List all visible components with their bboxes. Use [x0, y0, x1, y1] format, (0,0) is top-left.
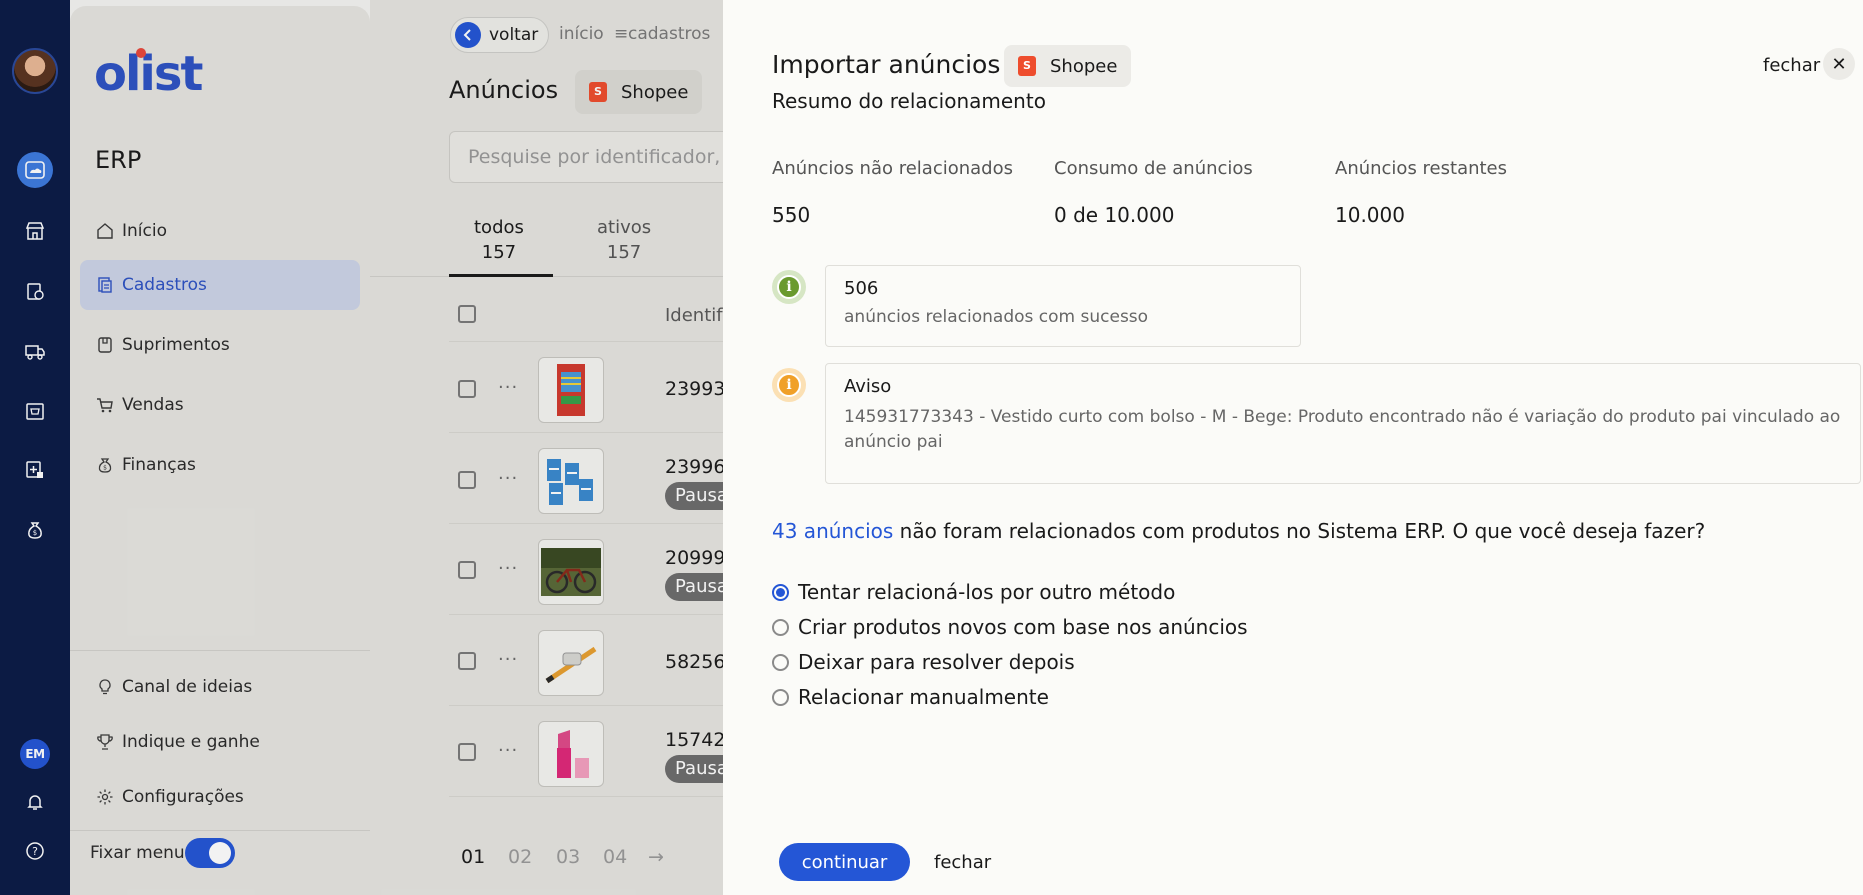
marketplace-chip: Shopee	[1004, 45, 1132, 87]
success-count: 506	[844, 278, 879, 299]
warning-info-icon: i	[772, 368, 806, 402]
unrelated-count-link[interactable]: 43 anúncios	[772, 519, 893, 543]
option-deixar-depois[interactable]: Deixar para resolver depois	[772, 650, 1075, 674]
stat-value-consumo: 0 de 10.000	[1054, 203, 1175, 227]
option-label: Tentar relacioná-los por outro método	[798, 580, 1176, 604]
warning-title: Aviso	[844, 376, 892, 397]
continue-button[interactable]: continuar	[779, 843, 910, 881]
drawer-title: Importar anúncios	[772, 50, 1001, 79]
question-text: não foram relacionados com produtos no S…	[893, 519, 1706, 543]
success-info-icon: i	[772, 270, 806, 304]
close-link-top[interactable]: fechar	[1763, 55, 1820, 76]
option-criar-produtos[interactable]: Criar produtos novos com base nos anúnci…	[772, 615, 1248, 639]
close-icon[interactable]: ✕	[1823, 48, 1855, 80]
radio-unselected[interactable]	[772, 688, 789, 706]
stat-value-nao-relacionados: 550	[772, 203, 811, 227]
stat-label-restantes: Anúncios restantes	[1335, 158, 1508, 179]
stat-label-nao-relacionados: Anúncios não relacionados	[772, 158, 1013, 179]
stat-label-consumo: Consumo de anúncios	[1054, 158, 1253, 179]
modal-overlay[interactable]	[0, 0, 723, 895]
stat-value-restantes: 10.000	[1335, 203, 1405, 227]
marketplace-label: Shopee	[1050, 55, 1118, 77]
option-tentar-relacionar[interactable]: Tentar relacioná-los por outro método	[772, 580, 1175, 604]
option-label: Relacionar manualmente	[798, 685, 1049, 709]
option-label: Deixar para resolver depois	[798, 650, 1075, 674]
success-message: 506 anúncios relacionados com sucesso	[825, 265, 1301, 347]
warning-description: 145931773343 - Vestido curto com bolso -…	[844, 407, 1841, 452]
shopee-icon	[1018, 56, 1036, 76]
close-button-bottom[interactable]: fechar	[934, 852, 991, 873]
radio-selected[interactable]	[772, 583, 789, 601]
option-relacionar-manualmente[interactable]: Relacionar manualmente	[772, 685, 1049, 709]
radio-unselected[interactable]	[772, 653, 789, 671]
warning-message: Aviso 145931773343 - Vestido curto com b…	[825, 363, 1861, 484]
option-label: Criar produtos novos com base nos anúnci…	[798, 615, 1248, 639]
success-description: anúncios relacionados com sucesso	[844, 307, 1149, 327]
import-drawer: Importar anúncios Shopee fechar ✕ Resumo…	[723, 0, 1863, 895]
drawer-subtitle: Resumo do relacionamento	[772, 89, 1046, 113]
unrelated-question: 43 anúncios não foram relacionados com p…	[772, 519, 1705, 543]
radio-unselected[interactable]	[772, 618, 789, 636]
